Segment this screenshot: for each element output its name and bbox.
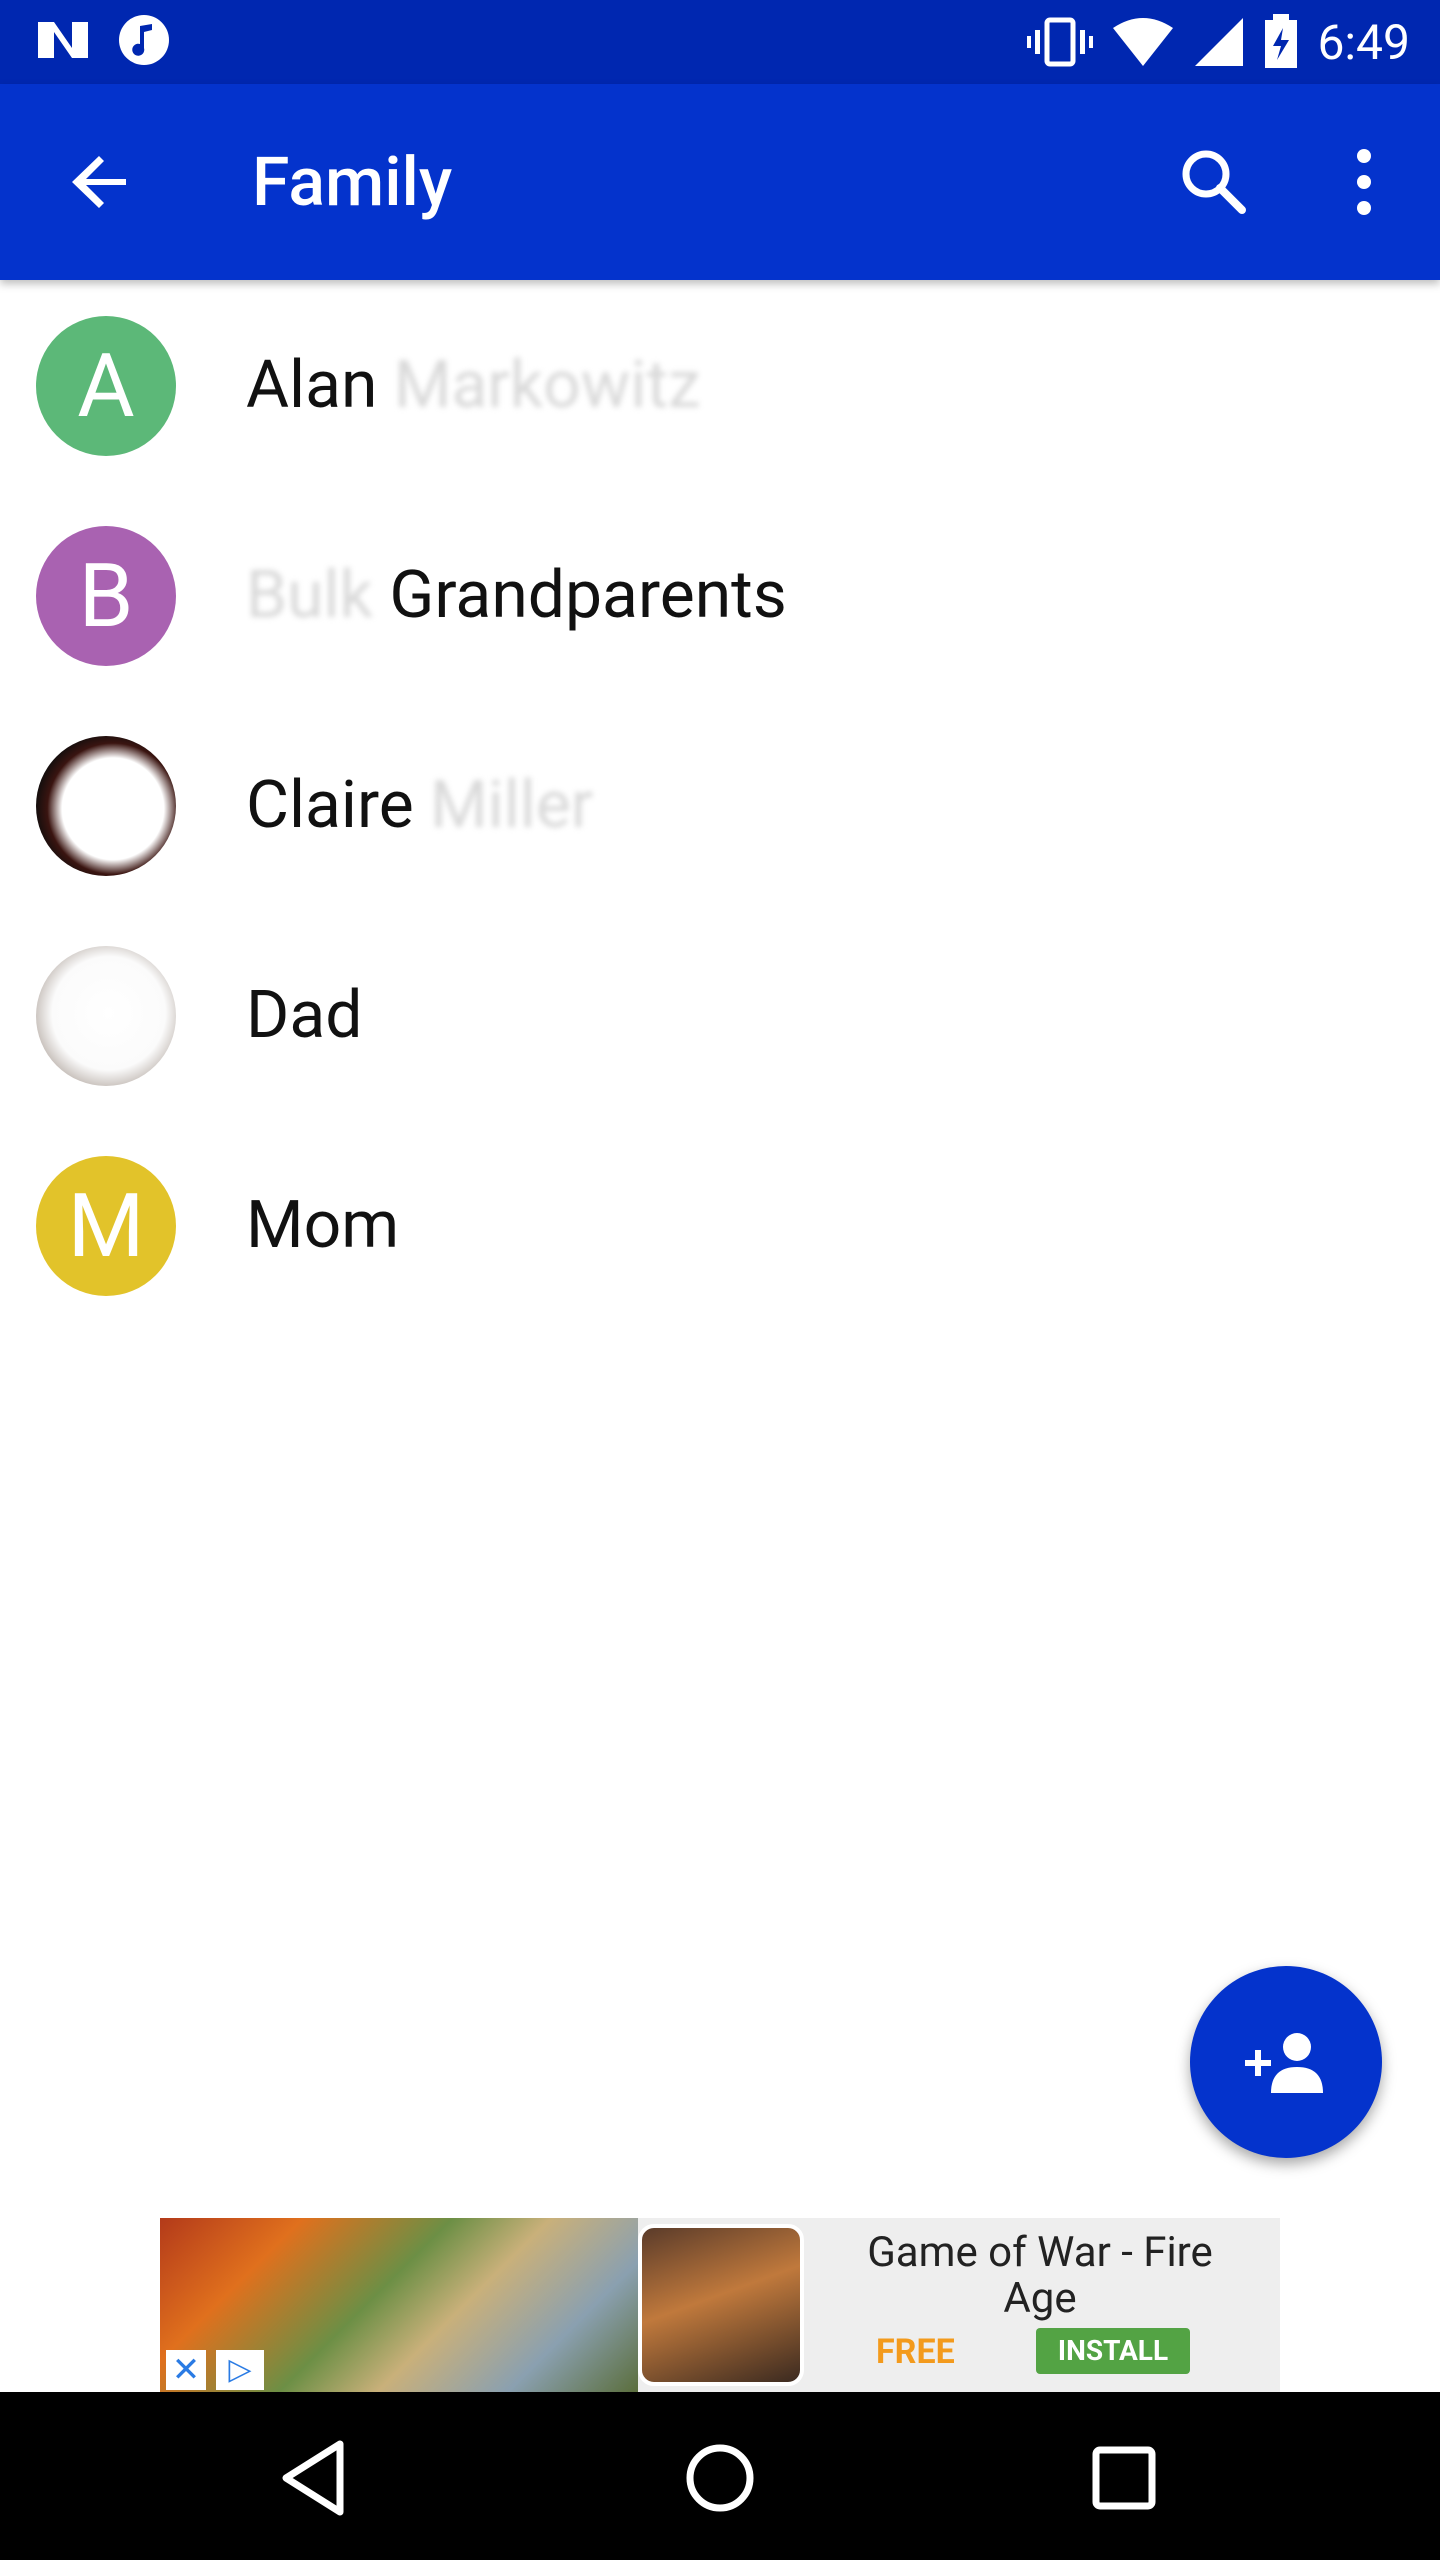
contact-list: A Alan Markowitz B Bulk Grandparents Cla… bbox=[0, 300, 1440, 1350]
back-triangle-icon[interactable] bbox=[268, 2430, 364, 2526]
page-title: Family bbox=[252, 142, 453, 222]
search-icon[interactable] bbox=[1174, 142, 1254, 222]
contact-row[interactable]: M Mom bbox=[0, 1140, 1440, 1350]
ad-install-button[interactable]: INSTALL bbox=[1036, 2328, 1190, 2374]
avatar: A bbox=[36, 316, 176, 456]
n-icon bbox=[38, 22, 88, 58]
recents-square-icon[interactable] bbox=[1076, 2430, 1172, 2526]
home-circle-icon[interactable] bbox=[672, 2430, 768, 2526]
more-vert-icon[interactable] bbox=[1324, 142, 1404, 222]
contact-name: Claire Miller bbox=[246, 767, 594, 844]
contact-row[interactable]: Dad bbox=[0, 930, 1440, 1140]
contact-row[interactable]: Claire Miller bbox=[0, 720, 1440, 930]
clock: 6:49 bbox=[1317, 13, 1410, 71]
avatar: B bbox=[36, 526, 176, 666]
avatar-photo bbox=[36, 736, 176, 876]
avatar: M bbox=[36, 1156, 176, 1296]
ad-banner[interactable]: ✕ ▷ Game of War - Fire Age FREE INSTALL bbox=[160, 2218, 1280, 2392]
ad-close-icon[interactable]: ✕ bbox=[166, 2350, 206, 2390]
nav-bar bbox=[0, 2392, 1440, 2560]
contact-name: Alan Markowitz bbox=[246, 347, 701, 424]
avatar-photo bbox=[36, 946, 176, 1086]
battery-icon bbox=[1265, 14, 1298, 68]
ad-title: Game of War - Fire Age bbox=[867, 2228, 1213, 2323]
ad-app-icon bbox=[638, 2224, 804, 2386]
signal-icon bbox=[1195, 18, 1244, 66]
app-bar: Family bbox=[0, 84, 1440, 280]
wifi-icon bbox=[1113, 18, 1174, 66]
contact-row[interactable]: B Bulk Grandparents bbox=[0, 510, 1440, 720]
status-bar: 6:49 bbox=[0, 0, 1440, 84]
contact-row[interactable]: A Alan Markowitz bbox=[0, 300, 1440, 510]
music-icon bbox=[119, 15, 169, 65]
add-contact-button[interactable] bbox=[1190, 1966, 1382, 2158]
contact-name: Bulk Grandparents bbox=[246, 557, 787, 634]
adchoices-icon[interactable]: ▷ bbox=[216, 2350, 264, 2390]
contact-name: Dad bbox=[246, 977, 363, 1054]
ad-price: FREE bbox=[876, 2332, 955, 2372]
back-arrow-icon[interactable] bbox=[62, 142, 142, 222]
add-person-icon bbox=[1245, 2033, 1323, 2093]
vibrate-icon bbox=[1027, 17, 1094, 67]
contact-name: Mom bbox=[246, 1187, 400, 1264]
